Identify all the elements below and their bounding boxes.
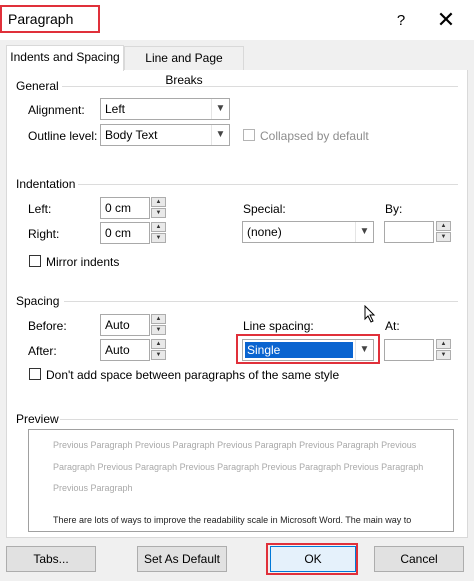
general-divider [62, 86, 458, 87]
spin-up-icon[interactable]: ▲ [151, 339, 166, 349]
preview-previous-line-3: Previous Paragraph [53, 483, 133, 493]
spin-up-icon[interactable]: ▲ [151, 197, 166, 207]
outline-level-label: Outline level: [28, 129, 98, 143]
after-value: Auto [105, 343, 130, 357]
tab-indents-label: Indents and Spacing [10, 50, 120, 64]
at-spinner[interactable]: ▲ ▼ [436, 339, 451, 361]
after-label: After: [28, 344, 57, 358]
spacing-divider [64, 301, 458, 302]
cancel-button[interactable]: Cancel [374, 546, 464, 572]
left-indent-input[interactable]: 0 cm [100, 197, 150, 219]
after-input[interactable]: Auto [100, 339, 150, 361]
spin-up-icon[interactable]: ▲ [436, 221, 451, 231]
line-spacing-dropdown[interactable]: Single ▼ [242, 339, 374, 361]
ok-button[interactable]: OK [270, 546, 356, 572]
special-value: (none) [247, 225, 282, 239]
tab-line-and-page-breaks[interactable]: Line and Page Breaks [124, 46, 244, 87]
preview-section-title: Preview [16, 412, 59, 426]
collapsed-by-default-label: Collapsed by default [260, 129, 369, 143]
before-spinner[interactable]: ▲ ▼ [151, 314, 166, 336]
spin-down-icon[interactable]: ▼ [436, 232, 451, 242]
outline-level-value: Body Text [105, 128, 158, 142]
cancel-button-label: Cancel [400, 552, 438, 566]
left-indent-label: Left: [28, 202, 52, 216]
alignment-value: Left [105, 102, 126, 116]
ok-button-label: OK [304, 552, 322, 566]
spin-up-icon[interactable]: ▲ [436, 339, 451, 349]
mirror-indents-checkbox[interactable] [29, 255, 41, 267]
line-spacing-value: Single [247, 343, 281, 357]
spacing-section-title: Spacing [16, 294, 60, 308]
spin-down-icon[interactable]: ▼ [151, 233, 166, 243]
close-button[interactable]: ✕ [432, 8, 460, 32]
special-dropdown[interactable]: (none) ▼ [242, 221, 374, 243]
general-section-title: General [16, 79, 59, 93]
left-indent-spinner[interactable]: ▲ ▼ [151, 197, 166, 219]
spin-down-icon[interactable]: ▼ [151, 208, 166, 218]
spin-down-icon[interactable]: ▼ [151, 350, 166, 360]
chevron-down-icon: ▼ [355, 340, 373, 360]
spin-down-icon[interactable]: ▼ [436, 350, 451, 360]
preview-sample-text: There are lots of ways to improve the re… [53, 515, 412, 525]
before-label: Before: [28, 319, 67, 333]
by-label: By: [385, 202, 403, 216]
alignment-dropdown[interactable]: Left ▼ [100, 98, 230, 120]
chevron-down-icon: ▼ [211, 99, 229, 119]
left-indent-value: 0 cm [105, 201, 132, 215]
mouse-cursor-icon [364, 305, 376, 323]
preview-previous-line-2: Paragraph Previous Paragraph Previous Pa… [53, 462, 424, 472]
tabs-button[interactable]: Tabs... [6, 546, 96, 572]
right-indent-label: Right: [28, 227, 60, 241]
chevron-down-icon: ▼ [211, 125, 229, 145]
mirror-indents-label: Mirror indents [46, 255, 120, 269]
outline-level-dropdown[interactable]: Body Text ▼ [100, 124, 230, 146]
special-label: Special: [243, 202, 286, 216]
after-spinner[interactable]: ▲ ▼ [151, 339, 166, 361]
set-as-default-button[interactable]: Set As Default [137, 546, 227, 572]
right-indent-spinner[interactable]: ▲ ▼ [151, 222, 166, 244]
indentation-section-title: Indentation [16, 177, 76, 191]
alignment-label: Alignment: [28, 103, 85, 117]
set-as-default-label: Set As Default [143, 552, 221, 566]
chevron-down-icon: ▼ [355, 222, 373, 242]
help-button[interactable]: ? [390, 10, 412, 32]
preview-divider [60, 419, 458, 420]
at-input[interactable] [384, 339, 434, 361]
collapsed-by-default-checkbox[interactable] [243, 129, 255, 141]
tabs-button-label: Tabs... [33, 552, 69, 566]
preview-previous-line-1: Previous Paragraph Previous Paragraph Pr… [53, 440, 417, 450]
before-value: Auto [105, 318, 130, 332]
right-indent-value: 0 cm [105, 226, 132, 240]
before-input[interactable]: Auto [100, 314, 150, 336]
spin-up-icon[interactable]: ▲ [151, 314, 166, 324]
indentation-divider [78, 184, 458, 185]
spin-up-icon[interactable]: ▲ [151, 222, 166, 232]
by-input[interactable] [384, 221, 434, 243]
right-indent-input[interactable]: 0 cm [100, 222, 150, 244]
tab-indents-and-spacing[interactable]: Indents and Spacing [6, 45, 124, 71]
dont-add-space-checkbox[interactable] [29, 368, 41, 380]
preview-box: Previous Paragraph Previous Paragraph Pr… [28, 429, 454, 532]
title-highlight-box [0, 5, 100, 33]
dont-add-space-label: Don't add space between paragraphs of th… [46, 368, 340, 382]
line-spacing-label: Line spacing: [243, 319, 314, 333]
spin-down-icon[interactable]: ▼ [151, 325, 166, 335]
by-spinner[interactable]: ▲ ▼ [436, 221, 451, 243]
at-label: At: [385, 319, 400, 333]
